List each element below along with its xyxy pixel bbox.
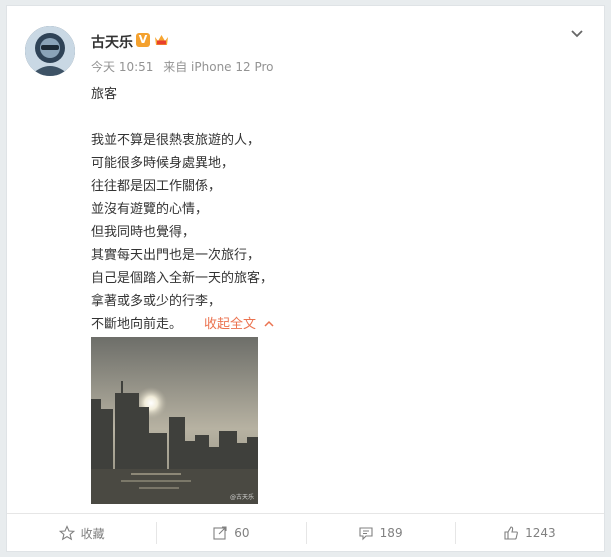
photo-watermark: @古天乐	[229, 494, 254, 501]
post-line: 自己是個踏入全新一天的旅客，	[91, 271, 274, 286]
post-line: 但我同時也覺得，	[91, 225, 196, 240]
post-title: 旅客	[91, 87, 118, 102]
comment-button[interactable]: 189	[305, 514, 455, 552]
post-line: 其實每天出門也是一次旅行，	[91, 248, 261, 263]
chevron-down-icon[interactable]	[570, 26, 584, 40]
vip-crown-icon	[153, 32, 170, 48]
user-name[interactable]: 古天乐	[91, 32, 133, 52]
repost-button[interactable]: 60	[156, 514, 305, 552]
post-line: 不斷地向前走。	[91, 317, 183, 332]
repost-count: 60	[234, 526, 250, 540]
like-button[interactable]: 1243	[454, 514, 604, 552]
repost-icon	[213, 526, 227, 540]
post-photo[interactable]: @古天乐	[91, 337, 258, 504]
post-last-line: 不斷地向前走。 收起全文	[91, 313, 571, 336]
post-meta: 今天 10:51 来自 iPhone 12 Pro	[91, 58, 280, 75]
collapse-label: 收起全文	[204, 317, 257, 332]
post-line: 拿著或多或少的行李，	[91, 294, 222, 309]
post-source: 来自 iPhone 12 Pro	[163, 60, 274, 74]
comment-count: 189	[379, 526, 403, 540]
post-line: 往往都是因工作關係，	[91, 179, 222, 194]
star-icon	[58, 525, 75, 541]
comment-icon	[359, 527, 373, 541]
chevron-up-icon	[264, 313, 274, 336]
post-line: 並沒有遊覽的心情，	[91, 202, 209, 217]
favorite-button[interactable]: 收藏	[7, 514, 156, 552]
collapse-text-link[interactable]: 收起全文	[204, 317, 274, 332]
thumbs-up-icon	[504, 526, 518, 540]
verified-badge: V	[136, 33, 150, 47]
post-line: 我並不算是很熱衷旅遊的人，	[91, 133, 261, 148]
like-count: 1243	[525, 526, 556, 540]
weibo-post-card: 古天乐 V 今天 10:51 来自 iPhone 12 Pro 旅客 我並不算是…	[6, 5, 605, 552]
user-avatar[interactable]	[25, 26, 75, 76]
favorite-label: 收藏	[80, 526, 105, 541]
post-time[interactable]: 今天 10:51	[91, 60, 153, 74]
action-bar: 收藏 60 189 1243	[7, 513, 604, 552]
post-body: 旅客 我並不算是很熱衷旅遊的人， 可能很多時候身處異地， 往往都是因工作關係， …	[91, 83, 571, 336]
post-line: 可能很多時候身處異地，	[91, 156, 235, 171]
